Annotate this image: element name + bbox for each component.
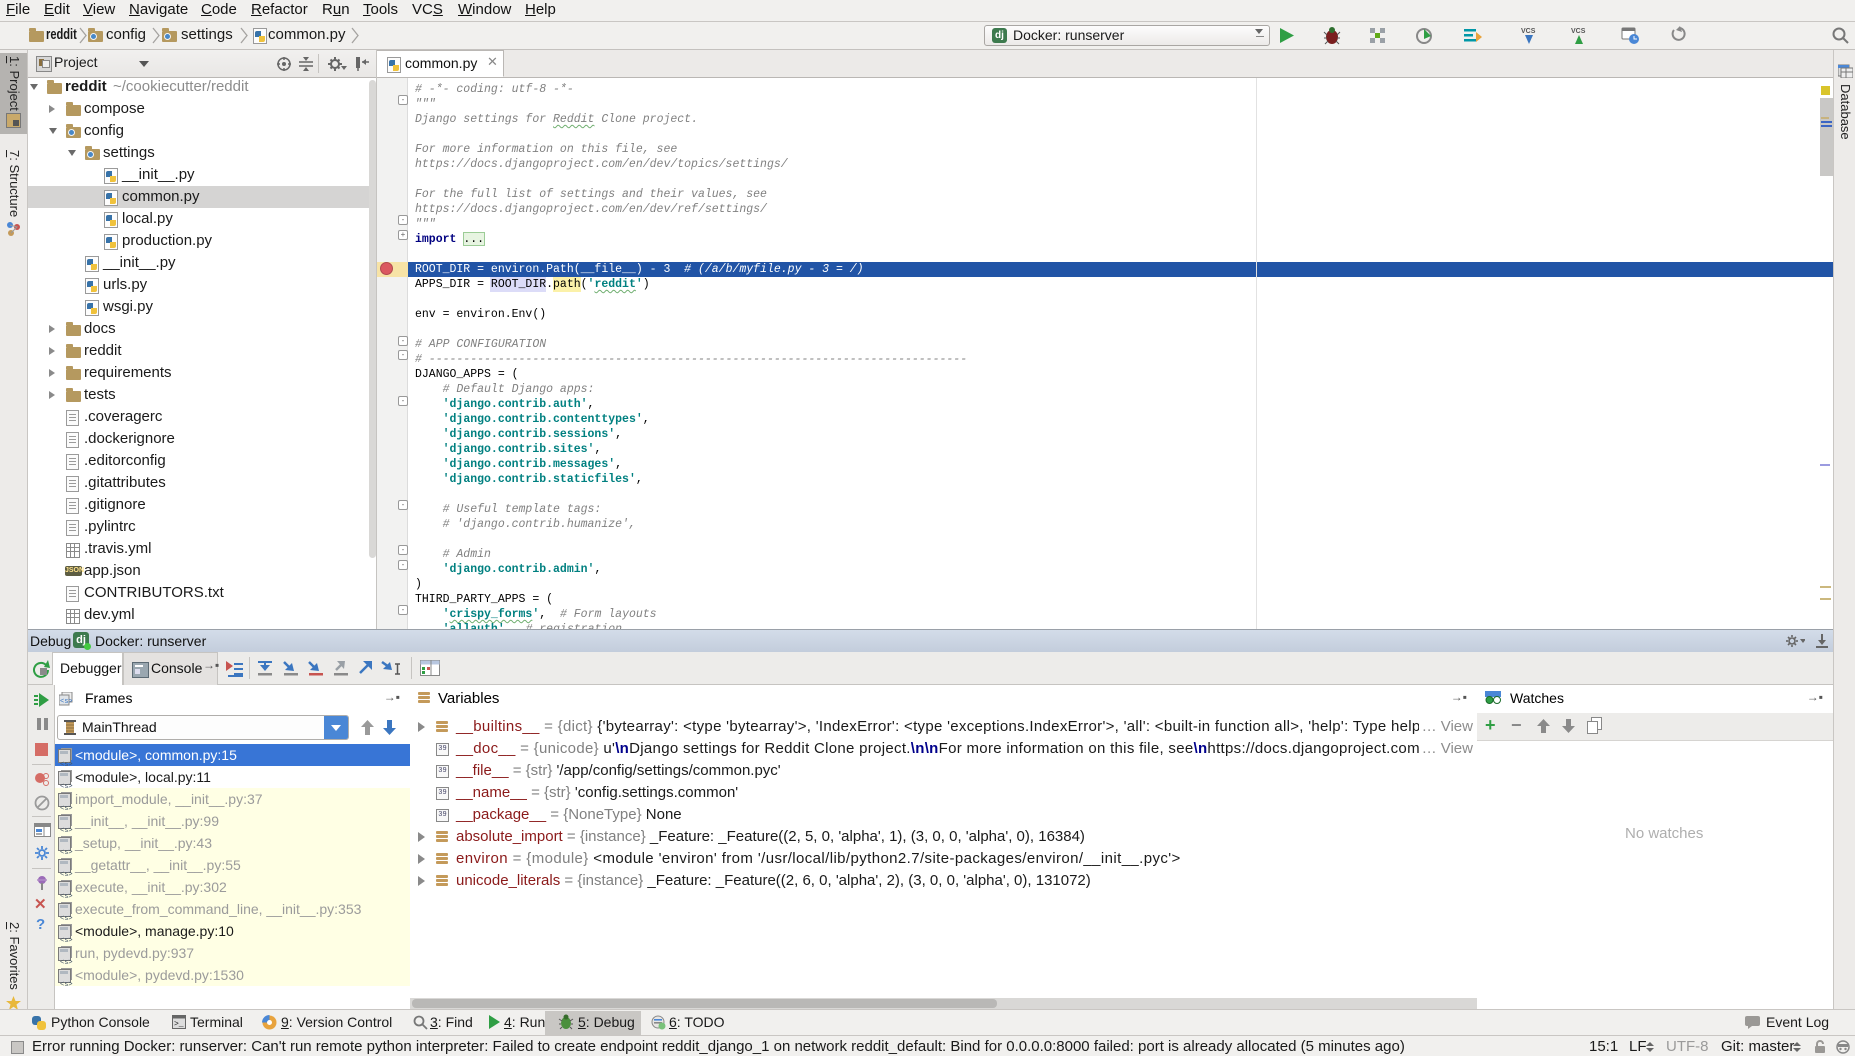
svg-text:>_: >_ xyxy=(174,1020,184,1029)
svg-text:<s>: <s> xyxy=(60,698,73,706)
svg-text:VCS: VCS xyxy=(1521,28,1536,35)
svg-text:VCS: VCS xyxy=(1571,28,1586,35)
